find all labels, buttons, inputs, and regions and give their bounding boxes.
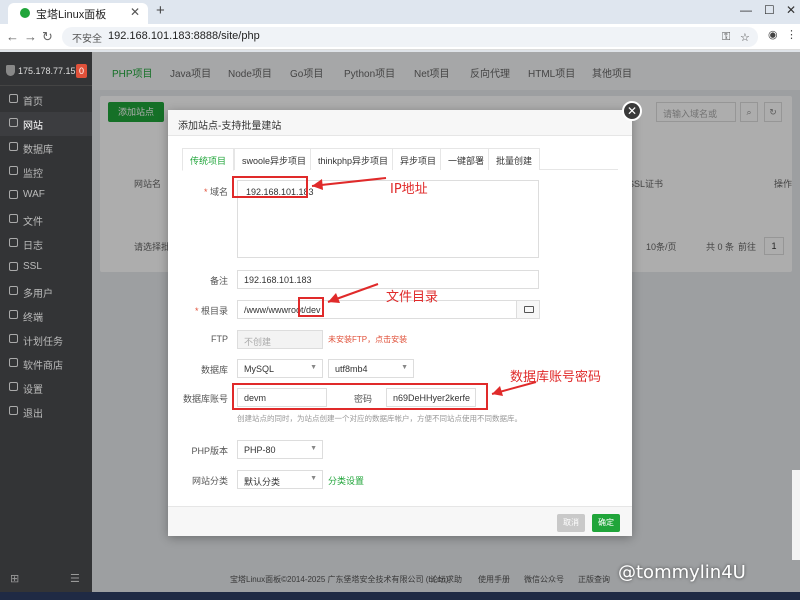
os-taskbar — [0, 592, 800, 600]
annotation-ip: IP地址 — [390, 182, 428, 197]
arrow-ip — [311, 177, 387, 187]
annotation-dir: 文件目录 — [386, 290, 439, 305]
arrowhead-ip — [312, 179, 323, 190]
annotation-db: 数据库账号密码 — [510, 370, 602, 385]
watermark: @tommylin4U — [618, 562, 746, 583]
